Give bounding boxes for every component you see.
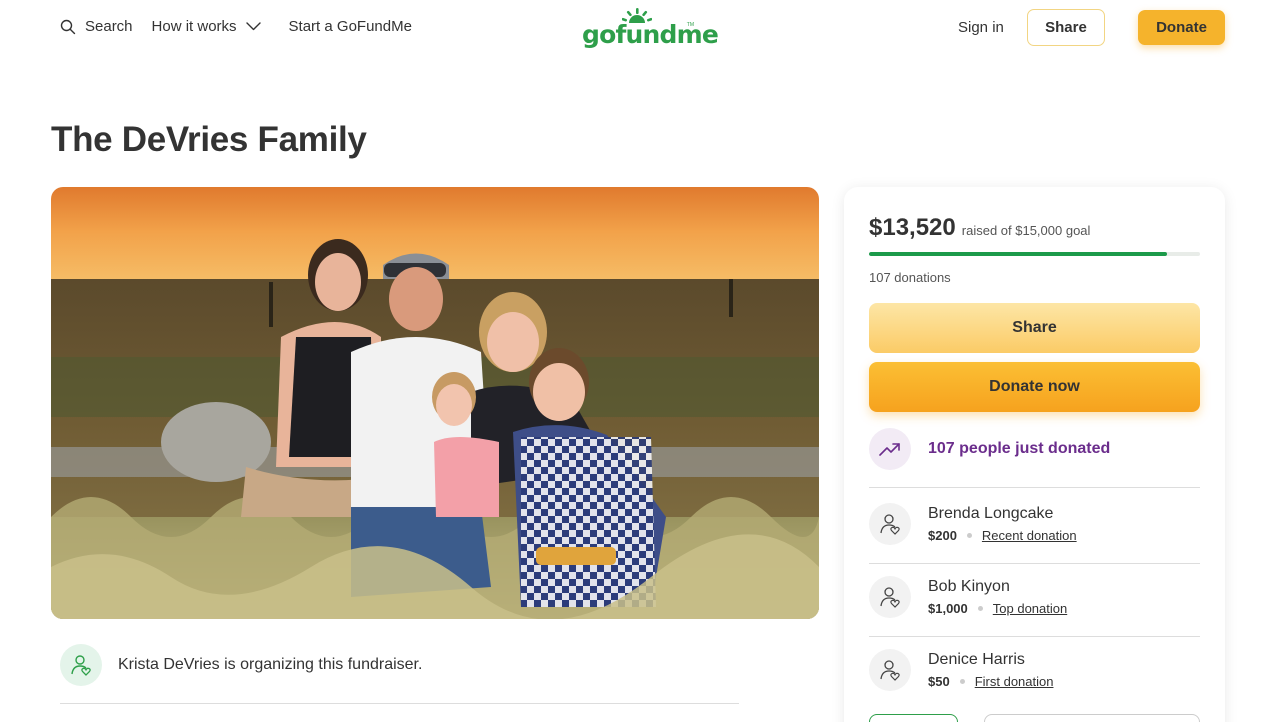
donor-item: Denice Harris $50 First donation	[869, 649, 1053, 691]
search-link[interactable]: Search	[60, 18, 133, 35]
progress-bar	[869, 252, 1200, 256]
trend-up-icon	[879, 443, 900, 456]
recent-donation-link[interactable]: Recent donation	[982, 528, 1077, 543]
how-it-works-label: How it works	[151, 18, 237, 35]
goal-text: raised of $15,000 goal	[961, 223, 1091, 238]
donation-card: $13,520 raised of $15,000 goal 107 donat…	[844, 187, 1225, 722]
donor-info: Brenda Longcake $200 Recent donation	[928, 505, 1077, 543]
donor-amount: $1,000	[928, 601, 968, 616]
organizer-divider	[60, 703, 739, 704]
donor-name: Brenda Longcake	[928, 505, 1054, 522]
organizer-avatar	[60, 644, 102, 686]
donor-item: Bob Kinyon $1,000 Top donation	[869, 576, 1067, 618]
donor-heart-icon	[880, 514, 900, 535]
separator-dot	[959, 679, 965, 684]
donations-count: 107 donations	[869, 270, 951, 285]
organizer-text: Krista DeVries is organizing this fundra…	[118, 656, 423, 673]
donor-avatar	[869, 503, 911, 545]
search-icon	[60, 19, 76, 34]
divider	[869, 487, 1200, 488]
recent-donations-trend: 107 people just donated	[869, 428, 1110, 470]
trend-icon-wrap	[869, 428, 911, 470]
separator-dot	[966, 533, 972, 538]
start-gofundme-link[interactable]: Start a GoFundMe	[289, 18, 412, 35]
page-title: The DeVries Family	[51, 120, 367, 159]
organizer-row: Krista DeVries is organizing this fundra…	[60, 644, 422, 686]
divider	[869, 563, 1200, 564]
gofundme-logo[interactable]: gofundme TM	[582, 8, 719, 49]
logo-trademark: TM	[686, 22, 694, 28]
progress-fill	[869, 252, 1168, 256]
share-button-top[interactable]: Share	[1027, 9, 1105, 46]
raised-summary: $13,520 raised of $15,000 goal	[869, 214, 1090, 242]
donor-heart-icon	[880, 660, 900, 681]
how-it-works-dropdown[interactable]: How it works	[152, 18, 261, 35]
donor-info: Bob Kinyon $1,000 Top donation	[928, 578, 1067, 616]
donate-now-button[interactable]: Donate now	[869, 362, 1200, 412]
top-donation-link[interactable]: Top donation	[993, 601, 1067, 616]
donor-meta: $200 Recent donation	[928, 528, 1077, 543]
donor-avatar	[869, 576, 911, 618]
organizer-heart-icon	[71, 655, 91, 676]
donor-name: Denice Harris	[928, 651, 1025, 668]
donor-amount: $50	[928, 674, 950, 689]
logo-wordmark: gofundme	[582, 20, 719, 49]
share-button[interactable]: Share	[869, 303, 1200, 353]
see-top-button[interactable]	[984, 714, 1200, 722]
donor-info: Denice Harris $50 First donation	[928, 651, 1053, 689]
nav-left: Search How it works Start a GoFundMe	[60, 18, 412, 35]
separator-dot	[977, 606, 983, 611]
trend-text: 107 people just donated	[928, 440, 1111, 457]
first-donation-link[interactable]: First donation	[975, 674, 1054, 689]
donor-name: Bob Kinyon	[928, 578, 1010, 595]
start-gofundme-label: Start a GoFundMe	[288, 18, 412, 35]
donor-avatar	[869, 649, 911, 691]
campaign-hero-image[interactable]	[51, 187, 819, 619]
chevron-down-icon	[245, 22, 261, 31]
see-all-button[interactable]	[869, 714, 958, 722]
top-nav: Search How it works Start a GoFundMe gof…	[0, 0, 1280, 56]
donor-meta: $50 First donation	[928, 674, 1053, 689]
raised-amount: $13,520	[869, 214, 956, 241]
sign-in-link[interactable]: Sign in	[958, 19, 1004, 36]
search-label: Search	[85, 18, 133, 35]
donate-button-top[interactable]: Donate	[1138, 10, 1225, 45]
hero-photo	[51, 187, 819, 619]
donor-meta: $1,000 Top donation	[928, 601, 1067, 616]
donor-amount: $200	[928, 528, 957, 543]
donor-item: Brenda Longcake $200 Recent donation	[869, 503, 1077, 545]
divider	[869, 636, 1200, 637]
donor-heart-icon	[880, 587, 900, 608]
